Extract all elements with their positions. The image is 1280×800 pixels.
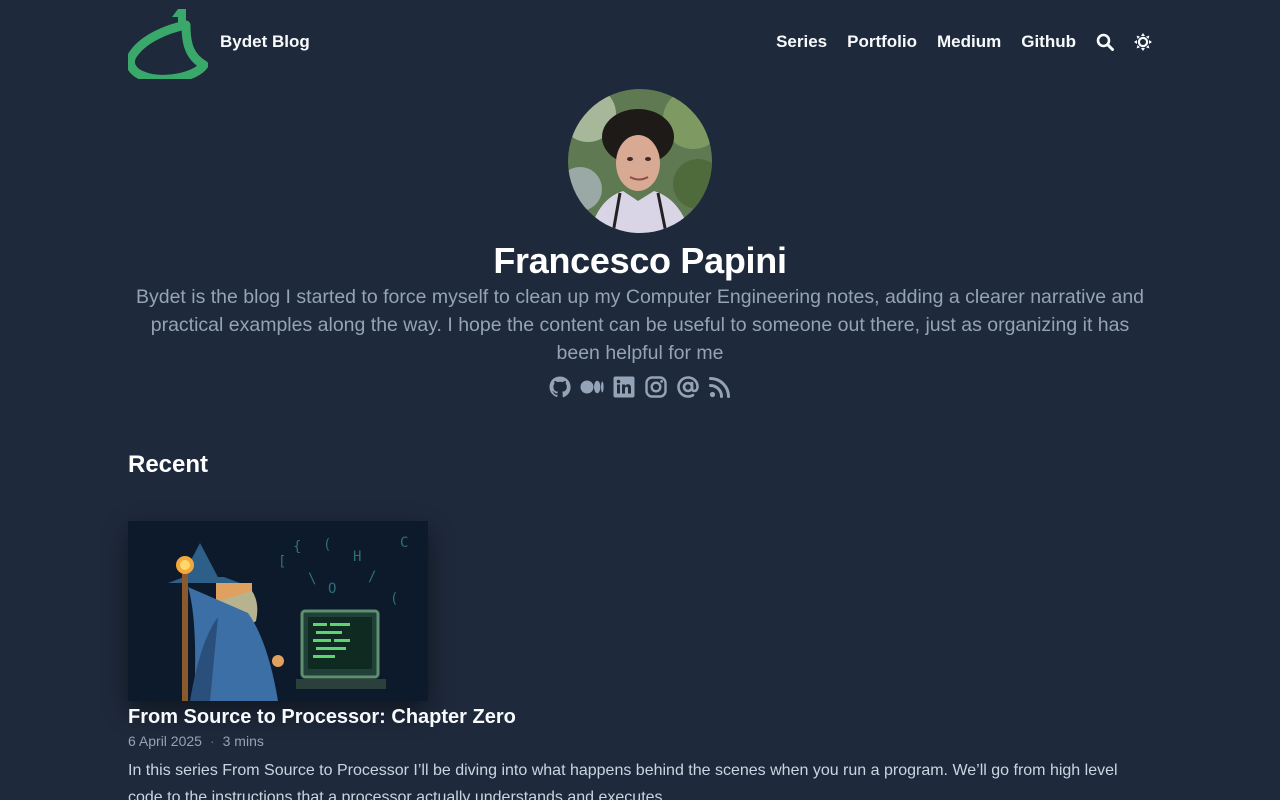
- svg-text:/: /: [368, 569, 376, 585]
- instagram-icon[interactable]: [644, 374, 668, 400]
- brand[interactable]: Bydet Blog: [128, 5, 310, 79]
- post-title[interactable]: From Source to Processor: Chapter Zero: [128, 704, 1152, 730]
- site-header: Bydet Blog Series Portfolio Medium Githu…: [128, 0, 1152, 84]
- svg-text:\: \: [308, 571, 316, 587]
- svg-text:(: (: [323, 537, 331, 553]
- post-thumbnail[interactable]: { ( H C \ O / ( [: [128, 521, 428, 701]
- site-title[interactable]: Bydet Blog: [220, 32, 310, 52]
- nav-portfolio[interactable]: Portfolio: [847, 32, 917, 52]
- svg-text:C: C: [400, 535, 408, 551]
- rss-icon[interactable]: [708, 374, 732, 400]
- social-links: [0, 374, 1280, 400]
- nav-github[interactable]: Github: [1021, 32, 1076, 52]
- author-name: Francesco Papini: [493, 240, 787, 281]
- github-icon[interactable]: [548, 374, 572, 400]
- post-date: 6 April 2025: [128, 733, 202, 749]
- search-icon[interactable]: [1096, 33, 1114, 51]
- linkedin-icon[interactable]: [612, 374, 636, 400]
- svg-text:(: (: [390, 591, 398, 607]
- nav-medium[interactable]: Medium: [937, 32, 1001, 52]
- nav-series[interactable]: Series: [776, 32, 827, 52]
- post-meta: 6 April 2025 · 3 mins: [128, 733, 1152, 749]
- reading-time: 3 mins: [222, 733, 264, 749]
- site-logo-icon[interactable]: [128, 5, 208, 79]
- svg-text:H: H: [353, 549, 361, 565]
- author-bio: Bydet is the blog I started to force mys…: [135, 286, 1145, 364]
- main-nav: Series Portfolio Medium Github: [776, 32, 1152, 52]
- meta-separator: ·: [209, 733, 215, 749]
- sun-icon[interactable]: [1134, 33, 1152, 51]
- post-card: { ( H C \ O / ( [ From Source to Processor: Ch…: [128, 521, 1152, 800]
- svg-text:[: [: [278, 554, 286, 570]
- medium-icon[interactable]: [580, 374, 604, 400]
- svg-text:O: O: [328, 581, 336, 597]
- email-icon[interactable]: [676, 374, 700, 400]
- recent-heading: Recent: [128, 451, 209, 478]
- svg-text:{: {: [293, 539, 301, 555]
- avatar-photo: [568, 89, 712, 233]
- avatar: [568, 89, 712, 233]
- post-summary: In this series From Source to Processor …: [128, 762, 1118, 800]
